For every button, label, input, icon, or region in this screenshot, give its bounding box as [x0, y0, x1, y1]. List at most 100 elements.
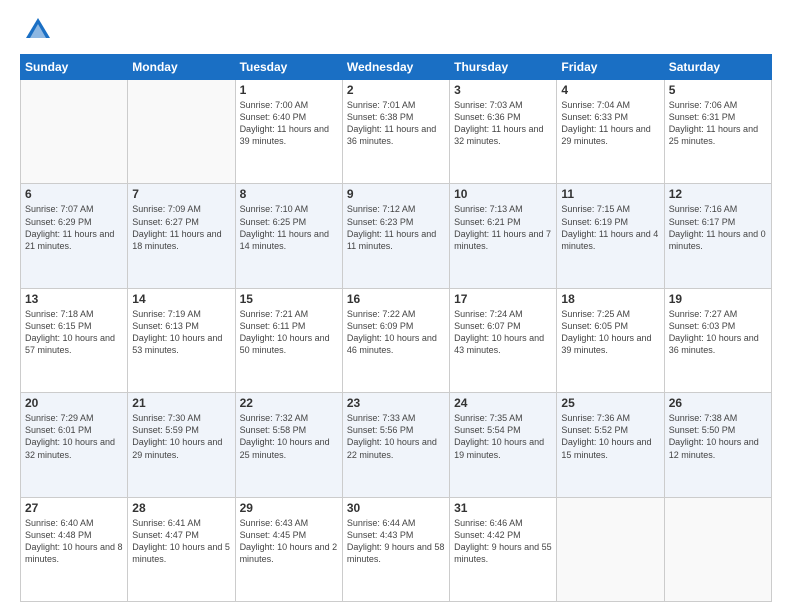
calendar-cell: 2 Sunrise: 7:01 AMSunset: 6:38 PMDaylight… [342, 80, 449, 184]
day-info: Sunrise: 6:44 AMSunset: 4:43 PMDaylight:… [347, 517, 445, 566]
day-info: Sunrise: 7:09 AMSunset: 6:27 PMDaylight:… [132, 203, 230, 252]
calendar-cell [557, 497, 664, 601]
calendar-body: 1 Sunrise: 7:00 AMSunset: 6:40 PMDaylight… [21, 80, 772, 602]
calendar-cell: 9 Sunrise: 7:12 AMSunset: 6:23 PMDaylight… [342, 184, 449, 288]
day-header-monday: Monday [128, 55, 235, 80]
day-info: Sunrise: 7:19 AMSunset: 6:13 PMDaylight:… [132, 308, 230, 357]
calendar-cell: 10 Sunrise: 7:13 AMSunset: 6:21 PMDayligh… [450, 184, 557, 288]
day-info: Sunrise: 7:27 AMSunset: 6:03 PMDaylight:… [669, 308, 767, 357]
day-info: Sunrise: 7:10 AMSunset: 6:25 PMDaylight:… [240, 203, 338, 252]
calendar-table: SundayMondayTuesdayWednesdayThursdayFrid… [20, 54, 772, 602]
calendar-cell: 17 Sunrise: 7:24 AMSunset: 6:07 PMDayligh… [450, 288, 557, 392]
calendar-cell: 14 Sunrise: 7:19 AMSunset: 6:13 PMDayligh… [128, 288, 235, 392]
day-header-thursday: Thursday [450, 55, 557, 80]
day-number: 26 [669, 396, 767, 410]
day-info: Sunrise: 7:29 AMSunset: 6:01 PMDaylight:… [25, 412, 123, 461]
day-number: 2 [347, 83, 445, 97]
calendar-cell [128, 80, 235, 184]
day-number: 17 [454, 292, 552, 306]
day-number: 27 [25, 501, 123, 515]
day-number: 9 [347, 187, 445, 201]
week-row-5: 27Sunrise: 6:40 AMSunset: 4:48 PMDayligh… [21, 497, 772, 601]
calendar-cell: 29 Sunrise: 6:43 AMSunset: 4:45 PMDayligh… [235, 497, 342, 601]
calendar-header: SundayMondayTuesdayWednesdayThursdayFrid… [21, 55, 772, 80]
day-info: Sunrise: 7:24 AMSunset: 6:07 PMDaylight:… [454, 308, 552, 357]
day-number: 8 [240, 187, 338, 201]
day-number: 28 [132, 501, 230, 515]
day-header-row: SundayMondayTuesdayWednesdayThursdayFrid… [21, 55, 772, 80]
day-number: 30 [347, 501, 445, 515]
day-number: 22 [240, 396, 338, 410]
day-info: Sunrise: 7:30 AMSunset: 5:59 PMDaylight:… [132, 412, 230, 461]
calendar-cell: 20Sunrise: 7:29 AMSunset: 6:01 PMDayligh… [21, 393, 128, 497]
day-number: 21 [132, 396, 230, 410]
header [20, 16, 772, 44]
calendar-cell: 6Sunrise: 7:07 AMSunset: 6:29 PMDaylight… [21, 184, 128, 288]
day-number: 18 [561, 292, 659, 306]
calendar-cell: 26 Sunrise: 7:38 AMSunset: 5:50 PMDayligh… [664, 393, 771, 497]
day-info: Sunrise: 7:33 AMSunset: 5:56 PMDaylight:… [347, 412, 445, 461]
day-info: Sunrise: 7:00 AMSunset: 6:40 PMDaylight:… [240, 99, 338, 148]
day-number: 15 [240, 292, 338, 306]
day-number: 10 [454, 187, 552, 201]
day-info: Sunrise: 7:21 AMSunset: 6:11 PMDaylight:… [240, 308, 338, 357]
day-info: Sunrise: 7:32 AMSunset: 5:58 PMDaylight:… [240, 412, 338, 461]
day-info: Sunrise: 7:38 AMSunset: 5:50 PMDaylight:… [669, 412, 767, 461]
calendar-cell: 27Sunrise: 6:40 AMSunset: 4:48 PMDayligh… [21, 497, 128, 601]
calendar-cell: 21 Sunrise: 7:30 AMSunset: 5:59 PMDayligh… [128, 393, 235, 497]
calendar-cell: 12 Sunrise: 7:16 AMSunset: 6:17 PMDayligh… [664, 184, 771, 288]
calendar-cell: 22 Sunrise: 7:32 AMSunset: 5:58 PMDayligh… [235, 393, 342, 497]
calendar-cell: 5 Sunrise: 7:06 AMSunset: 6:31 PMDaylight… [664, 80, 771, 184]
week-row-3: 13Sunrise: 7:18 AMSunset: 6:15 PMDayligh… [21, 288, 772, 392]
day-info: Sunrise: 7:07 AMSunset: 6:29 PMDaylight:… [25, 203, 123, 252]
calendar-cell: 18 Sunrise: 7:25 AMSunset: 6:05 PMDayligh… [557, 288, 664, 392]
logo [20, 16, 52, 44]
day-info: Sunrise: 6:43 AMSunset: 4:45 PMDaylight:… [240, 517, 338, 566]
day-number: 31 [454, 501, 552, 515]
calendar-cell: 31 Sunrise: 6:46 AMSunset: 4:42 PMDayligh… [450, 497, 557, 601]
day-info: Sunrise: 7:04 AMSunset: 6:33 PMDaylight:… [561, 99, 659, 148]
day-number: 19 [669, 292, 767, 306]
day-number: 4 [561, 83, 659, 97]
calendar-cell: 11 Sunrise: 7:15 AMSunset: 6:19 PMDayligh… [557, 184, 664, 288]
day-info: Sunrise: 7:06 AMSunset: 6:31 PMDaylight:… [669, 99, 767, 148]
day-info: Sunrise: 7:22 AMSunset: 6:09 PMDaylight:… [347, 308, 445, 357]
day-info: Sunrise: 6:46 AMSunset: 4:42 PMDaylight:… [454, 517, 552, 566]
day-number: 14 [132, 292, 230, 306]
week-row-4: 20Sunrise: 7:29 AMSunset: 6:01 PMDayligh… [21, 393, 772, 497]
calendar-cell: 16 Sunrise: 7:22 AMSunset: 6:09 PMDayligh… [342, 288, 449, 392]
day-number: 1 [240, 83, 338, 97]
day-info: Sunrise: 7:18 AMSunset: 6:15 PMDaylight:… [25, 308, 123, 357]
calendar-cell: 8 Sunrise: 7:10 AMSunset: 6:25 PMDaylight… [235, 184, 342, 288]
day-header-tuesday: Tuesday [235, 55, 342, 80]
day-info: Sunrise: 7:01 AMSunset: 6:38 PMDaylight:… [347, 99, 445, 148]
calendar-cell: 25Sunrise: 7:36 AMSunset: 5:52 PMDayligh… [557, 393, 664, 497]
day-header-saturday: Saturday [664, 55, 771, 80]
calendar-cell: 1 Sunrise: 7:00 AMSunset: 6:40 PMDaylight… [235, 80, 342, 184]
day-info: Sunrise: 6:41 AMSunset: 4:47 PMDaylight:… [132, 517, 230, 566]
day-header-friday: Friday [557, 55, 664, 80]
day-number: 25 [561, 396, 659, 410]
day-info: Sunrise: 7:15 AMSunset: 6:19 PMDaylight:… [561, 203, 659, 252]
day-number: 11 [561, 187, 659, 201]
calendar-cell: 24Sunrise: 7:35 AMSunset: 5:54 PMDayligh… [450, 393, 557, 497]
day-info: Sunrise: 7:13 AMSunset: 6:21 PMDaylight:… [454, 203, 552, 252]
day-info: Sunrise: 7:25 AMSunset: 6:05 PMDaylight:… [561, 308, 659, 357]
day-info: Sunrise: 7:16 AMSunset: 6:17 PMDaylight:… [669, 203, 767, 252]
calendar-cell: 15 Sunrise: 7:21 AMSunset: 6:11 PMDayligh… [235, 288, 342, 392]
day-number: 5 [669, 83, 767, 97]
day-number: 12 [669, 187, 767, 201]
calendar-cell: 3Sunrise: 7:03 AMSunset: 6:36 PMDaylight… [450, 80, 557, 184]
calendar-cell: 30 Sunrise: 6:44 AMSunset: 4:43 PMDayligh… [342, 497, 449, 601]
logo-icon [24, 16, 52, 44]
week-row-2: 6Sunrise: 7:07 AMSunset: 6:29 PMDaylight… [21, 184, 772, 288]
day-number: 29 [240, 501, 338, 515]
calendar-cell: 7Sunrise: 7:09 AMSunset: 6:27 PMDaylight… [128, 184, 235, 288]
page: SundayMondayTuesdayWednesdayThursdayFrid… [0, 0, 792, 612]
calendar-cell: 4 Sunrise: 7:04 AMSunset: 6:33 PMDaylight… [557, 80, 664, 184]
day-number: 16 [347, 292, 445, 306]
day-header-sunday: Sunday [21, 55, 128, 80]
calendar-cell [664, 497, 771, 601]
day-header-wednesday: Wednesday [342, 55, 449, 80]
day-info: Sunrise: 7:12 AMSunset: 6:23 PMDaylight:… [347, 203, 445, 252]
